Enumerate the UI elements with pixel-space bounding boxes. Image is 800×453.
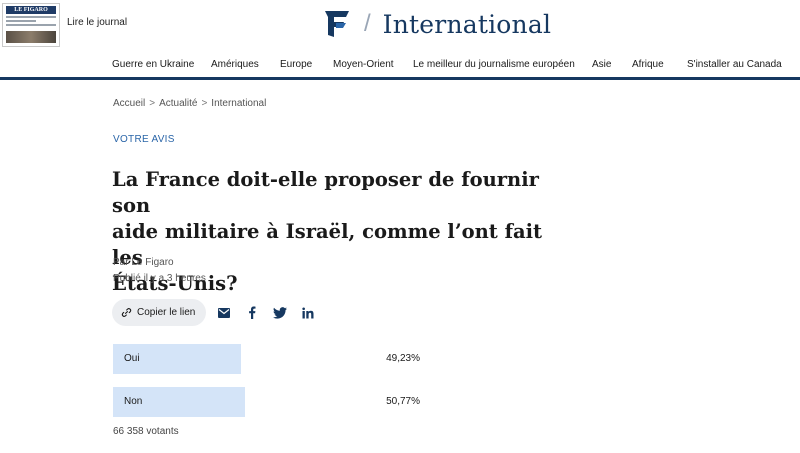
section-title: International bbox=[382, 9, 552, 39]
published-time: Publié il y a 3 heures bbox=[113, 273, 206, 284]
article-kicker: VOTRE AVIS bbox=[113, 134, 175, 145]
figaro-f-logo-icon bbox=[325, 11, 349, 37]
link-icon bbox=[121, 308, 132, 317]
breadcrumb-separator: > bbox=[201, 98, 208, 109]
breadcrumb-item-international[interactable]: International bbox=[211, 98, 266, 109]
newspaper-masthead: LE FIGARO bbox=[6, 6, 56, 14]
poll-option-percent: 49,23% bbox=[386, 353, 420, 364]
nav-item-meilleur-journalisme[interactable]: Le meilleur du journalisme européen bbox=[413, 59, 575, 70]
copy-link-button[interactable]: Copier le lien bbox=[112, 299, 207, 326]
article-title-line: La France doit-elle proposer de fournir … bbox=[112, 168, 539, 217]
nav-item-asie[interactable]: Asie bbox=[592, 59, 611, 70]
breadcrumb-separator: > bbox=[149, 98, 156, 109]
breadcrumb: Accueil > Actualité > International bbox=[113, 98, 266, 109]
nav-item-guerre-en-ukraine[interactable]: Guerre en Ukraine bbox=[112, 59, 194, 70]
byline: Par Le Figaro bbox=[113, 257, 174, 268]
nav-item-afrique[interactable]: Afrique bbox=[632, 59, 664, 70]
read-journal-link[interactable]: Lire le journal bbox=[67, 17, 127, 28]
newspaper-photo bbox=[6, 31, 56, 43]
copy-link-label: Copier le lien bbox=[137, 307, 196, 318]
poll-option-non[interactable]: Non 50,77% bbox=[113, 387, 423, 417]
main-nav: Guerre en Ukraine Amériques Europe Moyen… bbox=[0, 59, 800, 73]
facebook-icon[interactable] bbox=[245, 306, 259, 320]
breadcrumb-item-accueil[interactable]: Accueil bbox=[113, 98, 145, 109]
nav-item-ameriques[interactable]: Amériques bbox=[211, 59, 259, 70]
newspaper-thumbnail[interactable]: LE FIGARO bbox=[2, 3, 60, 47]
nav-item-installer-canada[interactable]: S'installer au Canada bbox=[687, 59, 782, 70]
mail-icon[interactable] bbox=[217, 306, 231, 320]
linkedin-icon[interactable] bbox=[301, 306, 315, 320]
breadcrumb-item-actualite[interactable]: Actualité bbox=[159, 98, 197, 109]
twitter-icon[interactable] bbox=[273, 306, 288, 320]
poll-option-percent: 50,77% bbox=[386, 396, 420, 407]
logo-slash: / bbox=[364, 10, 371, 37]
poll-option-oui[interactable]: Oui 49,23% bbox=[113, 344, 423, 374]
share-bar: Copier le lien bbox=[112, 299, 315, 326]
poll-option-label: Non bbox=[124, 396, 143, 407]
article-title-line: aide militaire à Israël, comme l’ont fai… bbox=[112, 220, 543, 269]
logo[interactable]: / International bbox=[322, 8, 551, 40]
nav-item-europe[interactable]: Europe bbox=[280, 59, 312, 70]
site-header: LE FIGARO Lire le journal / Internationa… bbox=[0, 0, 800, 80]
nav-item-moyen-orient[interactable]: Moyen-Orient bbox=[333, 59, 394, 70]
poll-option-label: Oui bbox=[124, 353, 140, 364]
vote-count: 66 358 votants bbox=[113, 426, 179, 437]
